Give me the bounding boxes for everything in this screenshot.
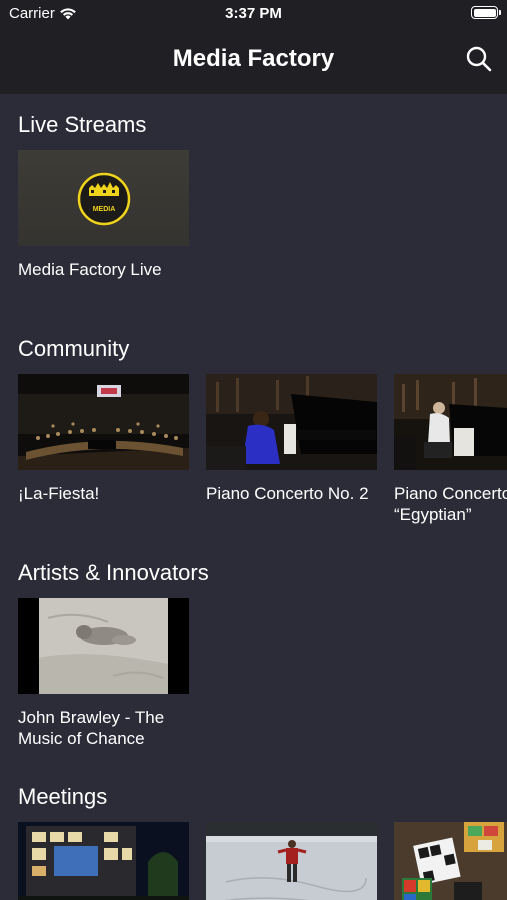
video-thumbnail xyxy=(206,374,377,470)
page-title: Media Factory xyxy=(172,45,335,72)
video-card[interactable]: Piano Concerto No. 2 xyxy=(206,374,377,504)
video-thumbnail xyxy=(18,822,189,900)
video-card[interactable] xyxy=(394,822,507,900)
navigation-bar: Media Factory xyxy=(0,28,507,94)
section-title: Community xyxy=(18,336,130,361)
video-title: Piano Concerto No. 5, “Egyptian” xyxy=(394,484,507,524)
battery-icon xyxy=(471,6,501,19)
video-thumbnail xyxy=(18,374,189,470)
video-card[interactable]: ¡La-Fiesta! xyxy=(18,374,189,504)
video-thumbnail xyxy=(18,598,189,694)
search-button[interactable] xyxy=(465,45,493,73)
status-time: 3:37 PM xyxy=(225,5,282,22)
media-factory-logo: MEDIA xyxy=(77,172,131,226)
video-title: Piano Concerto No. 2 xyxy=(206,484,369,503)
piano-orchestra-image xyxy=(394,374,507,470)
video-title: ¡La-Fiesta! xyxy=(18,484,100,503)
section-title: Artists & Innovators xyxy=(18,560,209,585)
pianist-image xyxy=(206,374,377,470)
content-scroll[interactable]: Live Streams MEDIA Media Factory Live Co… xyxy=(0,94,507,900)
video-card[interactable]: MEDIA Media Factory Live xyxy=(18,150,189,280)
video-thumbnail xyxy=(394,822,507,900)
section-community: Community ¡La-Fiesta! Piano Concerto No.… xyxy=(0,336,507,536)
logo-text: MEDIA xyxy=(93,206,116,213)
video-title: John Brawley - The Music of Chance xyxy=(18,708,169,748)
status-bar: Carrier 3:37 PM xyxy=(0,0,507,28)
video-card[interactable]: Piano Concerto No. 5, “Egyptian” xyxy=(394,374,507,525)
battery-fill xyxy=(473,8,496,17)
video-thumbnail xyxy=(394,374,507,470)
video-title: Media Factory Live xyxy=(18,260,162,279)
search-icon xyxy=(466,46,492,72)
section-meetings: Meetings xyxy=(0,784,507,900)
video-card[interactable]: John Brawley - The Music of Chance xyxy=(18,598,189,749)
section-title: Live Streams xyxy=(18,112,147,137)
video-card[interactable] xyxy=(206,822,377,900)
orchestra-stage-image xyxy=(18,374,189,470)
video-card[interactable] xyxy=(18,822,189,900)
seal-on-sand-image xyxy=(18,598,189,694)
section-artists-innovators: Artists & Innovators John Brawley - The … xyxy=(0,560,507,760)
video-thumbnail xyxy=(206,822,377,900)
section-title: Meetings xyxy=(18,784,108,809)
puzzle-cubes-image xyxy=(394,822,507,900)
skater-on-ice-image xyxy=(206,822,377,900)
building-night-image xyxy=(18,822,189,900)
video-thumbnail: MEDIA xyxy=(18,150,189,246)
section-live-streams: Live Streams MEDIA Media Factory Live xyxy=(0,112,507,312)
